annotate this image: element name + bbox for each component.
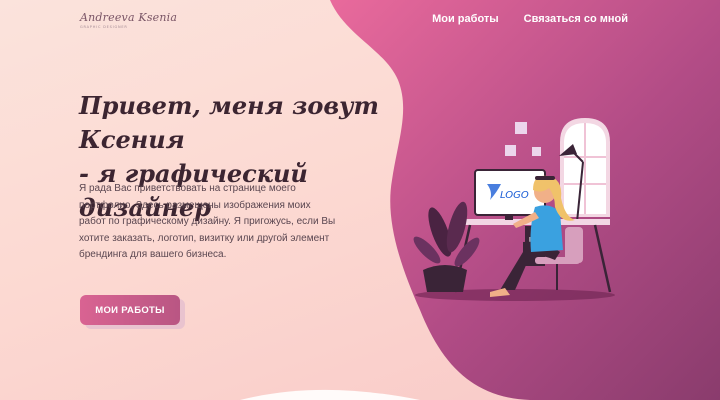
hero-headline-line1: Привет, меня зовут Ксения [79,91,379,154]
nav-link-contact[interactable]: Связаться со мной [524,13,628,25]
designer-workspace-illustration: LOGO [413,118,615,301]
monitor-logo-text: LOGO [500,190,529,201]
my-works-button[interactable]: МОИ РАБОТЫ [80,295,180,325]
brand-logo[interactable]: Andreeva Ksenia graphic designer [80,11,177,29]
logo-script-text: Andreeva Ksenia [80,11,178,24]
hero-intro-text: Я рада Вас приветствовать на странице мо… [79,183,336,260]
logo-tagline: graphic designer [80,25,128,29]
nav-link-my-works[interactable]: Мои работы [432,13,499,25]
sticky-note [505,145,516,156]
potted-plant-icon [413,201,480,292]
top-nav: Мои работы Связаться со мной [432,13,628,25]
sticky-note [515,122,527,134]
sticky-note [532,147,541,156]
window-illustration [560,118,610,217]
